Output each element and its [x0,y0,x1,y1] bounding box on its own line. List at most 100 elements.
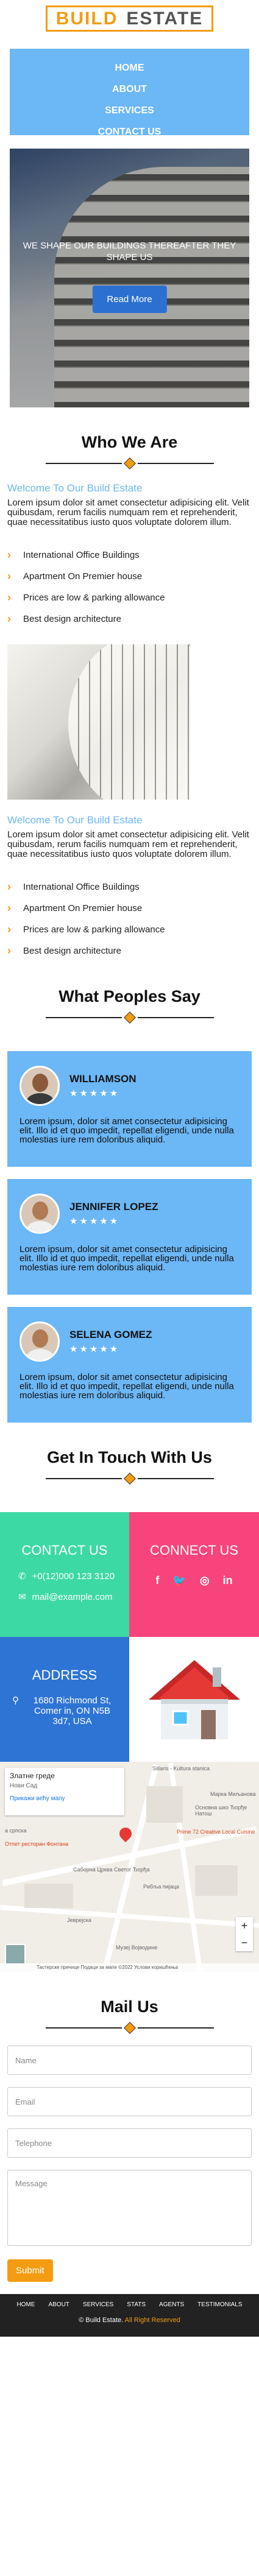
footer-nav-testimonials[interactable]: TESTIMONIALS [197,2301,242,2308]
read-more-button[interactable]: Read More [92,286,167,313]
testimonial-card: JENNIFER LOPEZ ★★★★★ Lorem ipsum, dolor … [7,1179,252,1295]
map-label: а српска [5,1828,27,1834]
map-label: Отпет ресторан Фонтана [5,1841,69,1847]
name-field[interactable] [7,2046,252,2075]
about-building-image [7,644,190,800]
footer-nav: HOME ABOUT SERVICES STATS AGENTS TESTIMO… [0,2301,259,2308]
social-links: f 🐦 ◎ in [129,1574,259,1587]
copyright-prefix: © Build Estate. [79,2317,125,2324]
location-map[interactable]: Sillaris - Kultura stanica Марка Миљанов… [0,1762,259,1972]
zoom-out-button[interactable]: − [236,1934,253,1951]
street-view-thumbnail[interactable] [5,1944,26,1965]
diamond-icon [123,1012,136,1024]
avatar [20,1194,60,1234]
feature-label: International Office Buildings [23,550,140,560]
nav-about[interactable]: ABOUT [10,79,249,100]
feature-label: Prices are low & parking allowance [23,593,165,603]
main-nav: HOME ABOUT SERVICES CONTACT US [10,49,249,137]
zoom-in-button[interactable]: + [236,1917,253,1934]
nav-contact-us[interactable]: CONTACT US [10,121,249,143]
map-label: Музеј Војводине [116,1944,158,1951]
map-label: Рибља пијаца [143,1884,179,1890]
about-heading: Welcome To Our Build Estate [7,482,143,494]
submit-button[interactable]: Submit [7,2259,53,2282]
section-title-mail: Mail Us [101,1997,158,2016]
feature-item: › International Office Buildings [7,876,252,898]
testimonial-text: Lorem ipsum, dolor sit amet consectetur … [20,1372,234,1401]
footer-nav-home[interactable]: HOME [16,2301,35,2308]
star-rating-icon: ★★★★★ [69,1344,120,1354]
view-larger-map-link[interactable]: Прикажи већу мапу [10,1795,119,1802]
section-divider [0,1473,259,1485]
testimonial-header: SELENA GOMEZ ★★★★★ [20,1321,239,1362]
hero-banner: WE SHAPE OUR BUILDINGS THEREAFTER THEY S… [10,149,249,407]
diamond-icon [123,2022,136,2034]
nav-home[interactable]: HOME [10,57,249,79]
testimonial-header: WILLIAMSON ★★★★★ [20,1066,239,1106]
logo[interactable]: BUILD ESTATE [45,5,214,32]
feature-item: › Apartment On Premier house [7,898,252,919]
footer-nav-services[interactable]: SERVICES [83,2301,113,2308]
address-text: 1680 Richmond St, Comer in, ON N5B 3d7, … [33,1695,112,1726]
map-pin-icon[interactable] [116,1825,135,1843]
testimonials-list: WILLIAMSON ★★★★★ Lorem ipsum, dolor sit … [0,1051,259,1423]
instagram-icon[interactable]: ◎ [200,1574,210,1587]
email-address[interactable]: mail@example.com [32,1592,113,1602]
feature-label: Best design architecture [23,614,121,624]
about-text: Lorem ipsum dolor sit amet consectetur a… [7,829,249,859]
section-divider [0,457,259,470]
chevron-right-icon: › [7,591,11,604]
feature-label: Apartment On Premier house [23,903,143,913]
twitter-icon[interactable]: 🐦 [172,1574,186,1587]
phone-icon: ✆ [18,1571,26,1582]
feature-item: › Apartment On Premier house [7,566,252,587]
chevron-right-icon: › [7,570,11,582]
map-label: Prime 72 Creative Local Cuisine [177,1829,255,1835]
testimonial-meta: SELENA GOMEZ ★★★★★ [69,1329,152,1354]
logo-part-1: BUILD [55,8,118,29]
divider-line [137,2027,214,2029]
map-label: Саборна Црква Светог Ђорђа [73,1867,150,1873]
telephone-field[interactable] [7,2128,252,2158]
chevron-right-icon: › [7,945,11,957]
section-title-contact: Get In Touch With Us [47,1448,212,1466]
feature-label: Apartment On Premier house [23,571,143,582]
address-box: ADDRESS ⚲ 1680 Richmond St, Comer in, ON… [0,1637,129,1762]
copyright-suffix: All Right Reserved [124,2317,180,2324]
connect-us-heading: CONNECT US [149,1543,239,1558]
nav-services[interactable]: SERVICES [10,100,249,121]
footer-nav-about[interactable]: ABOUT [48,2301,69,2308]
address-heading: ADDRESS [32,1667,98,1683]
testimonial-card: SELENA GOMEZ ★★★★★ Lorem ipsum, dolor si… [7,1307,252,1423]
section-divider [0,1012,259,1024]
linkedin-icon[interactable]: in [223,1574,233,1587]
testimonial-text: Lorem ipsum, dolor sit amet consectetur … [20,1116,234,1145]
feature-list: › International Office Buildings › Apartme… [7,544,252,630]
footer-nav-stats[interactable]: STATS [127,2301,146,2308]
star-rating-icon: ★★★★★ [69,1216,120,1226]
chevron-right-icon: › [7,549,11,561]
mail-form: Submit [0,2046,259,2282]
about-text: Lorem ipsum dolor sit amet consectetur a… [7,498,249,527]
divider-line [45,2027,122,2029]
phone-number[interactable]: +0(12)000 123 3120 [32,1571,115,1582]
section-title-about: Who We Are [81,433,178,451]
zoom-controls: + − [236,1917,253,1951]
footer-nav-agents[interactable]: AGENTS [159,2301,184,2308]
about-section: Welcome To Our Build Estate Lorem ipsum … [0,482,259,962]
email-field[interactable] [7,2087,252,2116]
message-field[interactable] [7,2170,252,2246]
map-footer: Тастерске пречице Подаци за мапе ©2022 У… [0,1963,259,1972]
chevron-right-icon: › [7,613,11,625]
feature-item: › Best design architecture [7,940,252,962]
testimonial-text: Lorem ipsum, dolor sit amet consectetur … [20,1244,234,1273]
facebook-icon[interactable]: f [155,1574,159,1587]
testimonial-card: WILLIAMSON ★★★★★ Lorem ipsum, dolor sit … [7,1051,252,1167]
map-label: Јеврејска [67,1917,91,1923]
section-title-testimonials: What Peoples Say [59,987,200,1005]
avatar [20,1066,60,1106]
phone-line: ✆ +0(12)000 123 3120 [18,1571,129,1582]
copyright: © Build Estate. All Right Reserved [0,2317,259,2324]
divider-line [45,1478,122,1479]
testimonial-name: SELENA GOMEZ [69,1329,152,1340]
